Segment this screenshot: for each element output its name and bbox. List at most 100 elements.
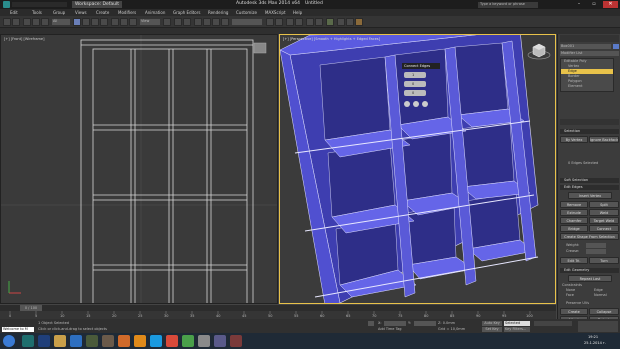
taskbar-app4-icon[interactable]: [230, 335, 242, 347]
clock-time[interactable]: 19:21: [588, 335, 598, 339]
repeat-last-button[interactable]: Repeat Last: [568, 275, 612, 282]
taskbar-gimp-icon[interactable]: [102, 335, 114, 347]
edit-geometry-rollout-header[interactable]: Edit Geometry: [560, 268, 619, 273]
taskbar-explorer-icon[interactable]: [54, 335, 66, 347]
menu-graph-editors[interactable]: Graph Editors: [173, 10, 200, 15]
redo-icon[interactable]: [12, 18, 20, 26]
pivot-center-icon[interactable]: [163, 18, 171, 26]
rendered-frame-window-icon[interactable]: [346, 18, 354, 26]
track-bar[interactable]: 0 5 10 15 20 25 30 35 40 45 50 55 60 65 …: [0, 311, 556, 319]
menu-create[interactable]: Create: [96, 10, 109, 15]
undo-icon[interactable]: [3, 18, 11, 26]
taskbar-app2-icon[interactable]: [198, 335, 210, 347]
lock-selection-icon[interactable]: [368, 321, 374, 326]
taskbar-vlc-icon[interactable]: [134, 335, 146, 347]
crease-spinner[interactable]: [586, 249, 606, 254]
workspace-dropdown[interactable]: Workspace: Default: [72, 1, 122, 8]
clock-date[interactable]: 25.1.2014 г.: [584, 341, 606, 345]
ignore-backfacing-checkbox[interactable]: Ignore Backfacing: [589, 136, 619, 143]
modifier-list-dropdown[interactable]: Modifier List: [560, 51, 619, 56]
taskbar-photoshop-icon[interactable]: [38, 335, 50, 347]
object-color-swatch[interactable]: [613, 44, 619, 49]
select-manipulate-icon[interactable]: [174, 18, 182, 26]
taskbar-firefox-icon[interactable]: [118, 335, 130, 347]
menu-customize[interactable]: Customize: [236, 10, 257, 15]
taskbar-skype-icon[interactable]: [150, 335, 162, 347]
select-object-icon[interactable]: [73, 18, 81, 26]
menu-modifiers[interactable]: Modifiers: [118, 10, 136, 15]
curve-editor-icon[interactable]: [306, 18, 314, 26]
preserve-uvs-checkbox[interactable]: Preserve UVs: [566, 301, 589, 305]
constraint-none-radio[interactable]: None: [566, 288, 575, 292]
menu-views[interactable]: Views: [75, 10, 87, 15]
link-icon[interactable]: [23, 18, 31, 26]
taskbar-ie-icon[interactable]: [70, 335, 82, 347]
rectangular-selection-icon[interactable]: [91, 18, 99, 26]
create-shape-button[interactable]: Create Shape From Selection: [560, 233, 619, 240]
rotate-icon[interactable]: [120, 18, 128, 26]
bind-space-warp-icon[interactable]: [41, 18, 49, 26]
chamfer-button[interactable]: Chamfer: [560, 217, 588, 224]
add-time-tag-button[interactable]: Add Time Tag: [378, 327, 402, 331]
minimize-button[interactable]: –: [572, 1, 586, 8]
move-icon[interactable]: [111, 18, 119, 26]
keyboard-shortcut-icon[interactable]: [183, 18, 191, 26]
y-coordinate-field[interactable]: [414, 321, 436, 326]
taskbar-app3-icon[interactable]: [214, 335, 226, 347]
constraint-edge-radio[interactable]: Edge: [594, 288, 603, 292]
scale-icon[interactable]: [129, 18, 137, 26]
search-input[interactable]: Type a keyword or phrase: [478, 2, 538, 8]
viewcube-icon[interactable]: [527, 39, 551, 63]
taskbar-utorrent-icon[interactable]: [182, 335, 194, 347]
stack-controls[interactable]: [560, 119, 619, 125]
maxscript-listener[interactable]: Welcome to M: [2, 327, 34, 332]
bridge-button[interactable]: Bridge: [560, 225, 588, 232]
menu-group[interactable]: Group: [53, 10, 65, 15]
create-button[interactable]: Create: [560, 308, 588, 315]
named-selection-sets-dropdown[interactable]: [232, 19, 262, 25]
key-filters-button[interactable]: Key Filters...: [504, 327, 530, 332]
menu-animation[interactable]: Animation: [145, 10, 165, 15]
edit-edges-rollout-header[interactable]: Edit Edges: [560, 185, 619, 190]
viewport-perspective[interactable]: [+] [Perspective] [Smooth + Highlights +…: [279, 34, 556, 304]
caddy-apply-icon[interactable]: [413, 101, 419, 107]
playback-controls[interactable]: [534, 321, 572, 326]
weight-spinner[interactable]: [586, 243, 606, 248]
quick-access-toolbar[interactable]: [12, 2, 67, 7]
soft-selection-rollout-header[interactable]: Soft Selection: [560, 178, 619, 183]
mirror-icon[interactable]: [266, 18, 274, 26]
selection-filter-key-dropdown[interactable]: Selected: [504, 321, 530, 326]
menu-maxscript[interactable]: MAXScript: [265, 10, 286, 15]
app-logo-icon[interactable]: [3, 1, 10, 8]
layer-manager-icon[interactable]: [286, 18, 294, 26]
x-coordinate-field[interactable]: [384, 321, 406, 326]
set-key-button[interactable]: Set Key: [482, 327, 502, 332]
render-setup-icon[interactable]: [337, 18, 345, 26]
select-by-name-icon[interactable]: [82, 18, 90, 26]
edit-tri-button[interactable]: Edit Tri.: [560, 257, 588, 264]
extrude-button[interactable]: Extrude: [560, 209, 588, 216]
taskbar-3dsmax-icon[interactable]: [22, 335, 34, 347]
angle-snap-icon[interactable]: [203, 18, 211, 26]
spinner-snap-icon[interactable]: [221, 18, 229, 26]
collapse-button[interactable]: Collapse: [589, 308, 619, 315]
viewport-perspective-label[interactable]: [+] [Perspective] [Smooth + Highlights +…: [283, 37, 380, 41]
menu-tools[interactable]: Tools: [32, 10, 42, 15]
constraint-normal-radio[interactable]: Normal: [594, 293, 607, 297]
target-weld-button[interactable]: Target Weld: [589, 217, 619, 224]
material-editor-icon[interactable]: [326, 18, 334, 26]
auto-key-button[interactable]: Auto Key: [482, 321, 502, 326]
turn-button[interactable]: Turn: [589, 257, 619, 264]
align-icon[interactable]: [275, 18, 283, 26]
by-vertex-checkbox[interactable]: By Vertex: [560, 136, 588, 143]
object-name-field[interactable]: Box001: [560, 44, 611, 49]
connect-edges-caddy[interactable]: Connect Edges 1 0 0: [402, 63, 440, 115]
selection-rollout-header[interactable]: Selection: [560, 129, 619, 134]
remove-button[interactable]: Remove: [560, 201, 588, 208]
start-button-icon[interactable]: [3, 335, 15, 347]
maximize-button[interactable]: ▫: [587, 1, 601, 8]
caddy-pinch-field[interactable]: 0: [404, 81, 426, 87]
modifier-stack[interactable]: Editable Poly Vertex Edge Border Polygon…: [560, 58, 614, 92]
weld-button[interactable]: Weld: [589, 209, 619, 216]
system-tray[interactable]: [520, 337, 580, 345]
